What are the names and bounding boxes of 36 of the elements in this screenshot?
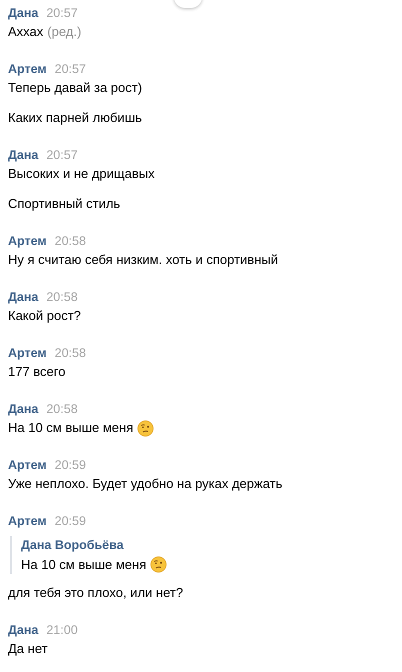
author-name[interactable]: Дана (8, 400, 38, 418)
author-name[interactable]: Артем (8, 456, 47, 474)
message-text: Да нет (8, 640, 48, 658)
message-time: 20:57 (46, 147, 78, 164)
message-time: 20:59 (54, 457, 86, 474)
message-text: 177 всего (8, 363, 66, 381)
message-time: 21:00 (46, 622, 78, 639)
author-name[interactable]: Артем (8, 232, 47, 250)
author-name[interactable]: Дана (8, 146, 38, 164)
author-name[interactable]: Дана (8, 288, 38, 306)
message-text: На 10 см выше меня (8, 419, 134, 437)
quote-author: Дана Воробьёва (21, 537, 125, 554)
message-time: 20:57 (46, 5, 78, 22)
message-time: 20:59 (54, 513, 86, 530)
message-time: 20:57 (54, 61, 86, 78)
message-text: Высоких и не дрищавых (8, 165, 155, 183)
message-text: Спортивный стиль (8, 195, 120, 213)
message-time: 20:58 (54, 233, 86, 250)
message-time: 20:58 (46, 289, 78, 306)
message-text: Аххах (8, 23, 44, 41)
message-text: Уже неплохо. Будет удобно на руках держать (8, 475, 282, 493)
message-text: Какой рост? (8, 307, 81, 325)
quote-text: На 10 см выше меня (21, 556, 146, 574)
author-name[interactable]: Дана (8, 4, 38, 22)
quoted-message[interactable]: Дана Воробьёва На 10 см выше меня (10, 536, 394, 574)
author-name[interactable]: Артем (8, 344, 47, 362)
message-text: Теперь давай за рост) (8, 79, 142, 97)
author-name[interactable]: Артем (8, 512, 47, 530)
message-text: Каких парней любишь (8, 109, 142, 127)
author-name[interactable]: Дана (8, 621, 38, 639)
message-text: Ну я считаю себя низким. хоть и спортивный (8, 251, 278, 269)
edited-label: (ред.) (47, 23, 82, 41)
message-time: 20:58 (46, 401, 78, 418)
author-name[interactable]: Артем (8, 60, 47, 78)
message-text: для тебя это плохо, или нет? (8, 585, 184, 600)
message-time: 20:58 (54, 345, 86, 362)
